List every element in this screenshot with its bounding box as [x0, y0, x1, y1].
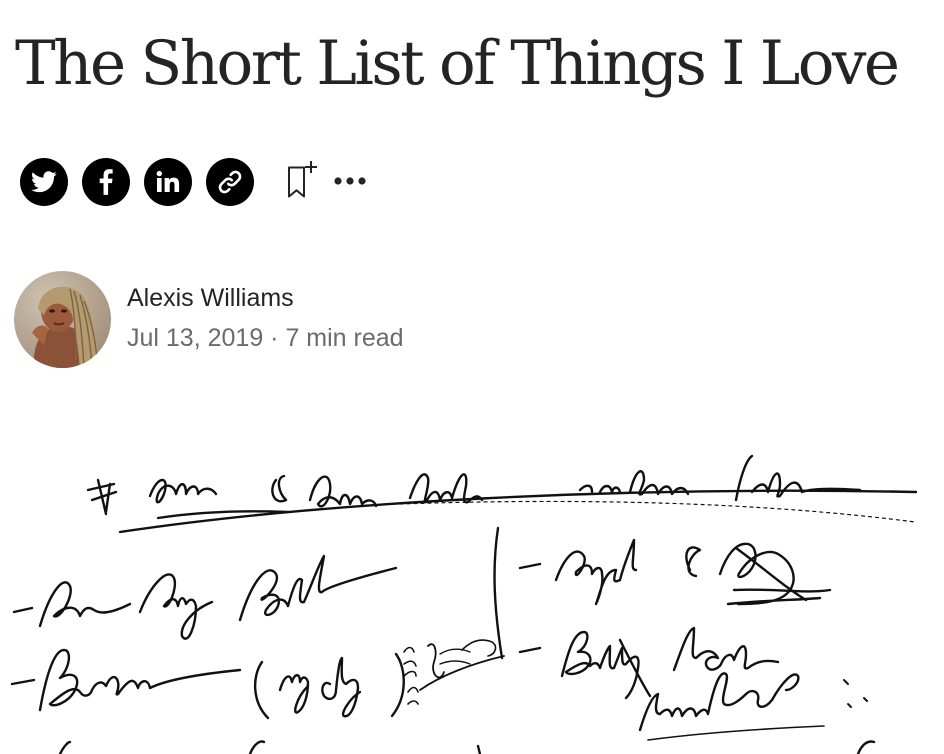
read-time: 7 min read [285, 323, 404, 352]
post-meta: Jul 13, 2019 · 7 min read [127, 321, 404, 355]
share-twitter-button[interactable] [20, 158, 68, 206]
bookmark-button[interactable] [284, 160, 320, 204]
share-linkedin-button[interactable] [144, 158, 192, 206]
facebook-icon [99, 169, 113, 195]
publish-date: Jul 13, 2019 [127, 323, 264, 352]
meta-separator: · [263, 323, 286, 352]
hero-image-handwritten-list [0, 440, 944, 754]
author-name[interactable]: Alexis Williams [127, 281, 404, 315]
share-facebook-button[interactable] [82, 158, 130, 206]
author-block: Alexis Williams Jul 13, 2019 · 7 min rea… [14, 271, 404, 368]
more-options-button[interactable] [332, 160, 368, 204]
share-bar [20, 157, 368, 207]
more-horizontal-icon [333, 173, 367, 191]
copy-link-button[interactable] [206, 158, 254, 206]
twitter-icon [31, 171, 57, 193]
linkedin-icon [155, 170, 181, 194]
bookmark-add-icon [286, 159, 318, 206]
link-icon [216, 168, 244, 196]
article-title: The Short List of Things I Love [15, 28, 900, 99]
author-avatar[interactable] [14, 271, 111, 368]
